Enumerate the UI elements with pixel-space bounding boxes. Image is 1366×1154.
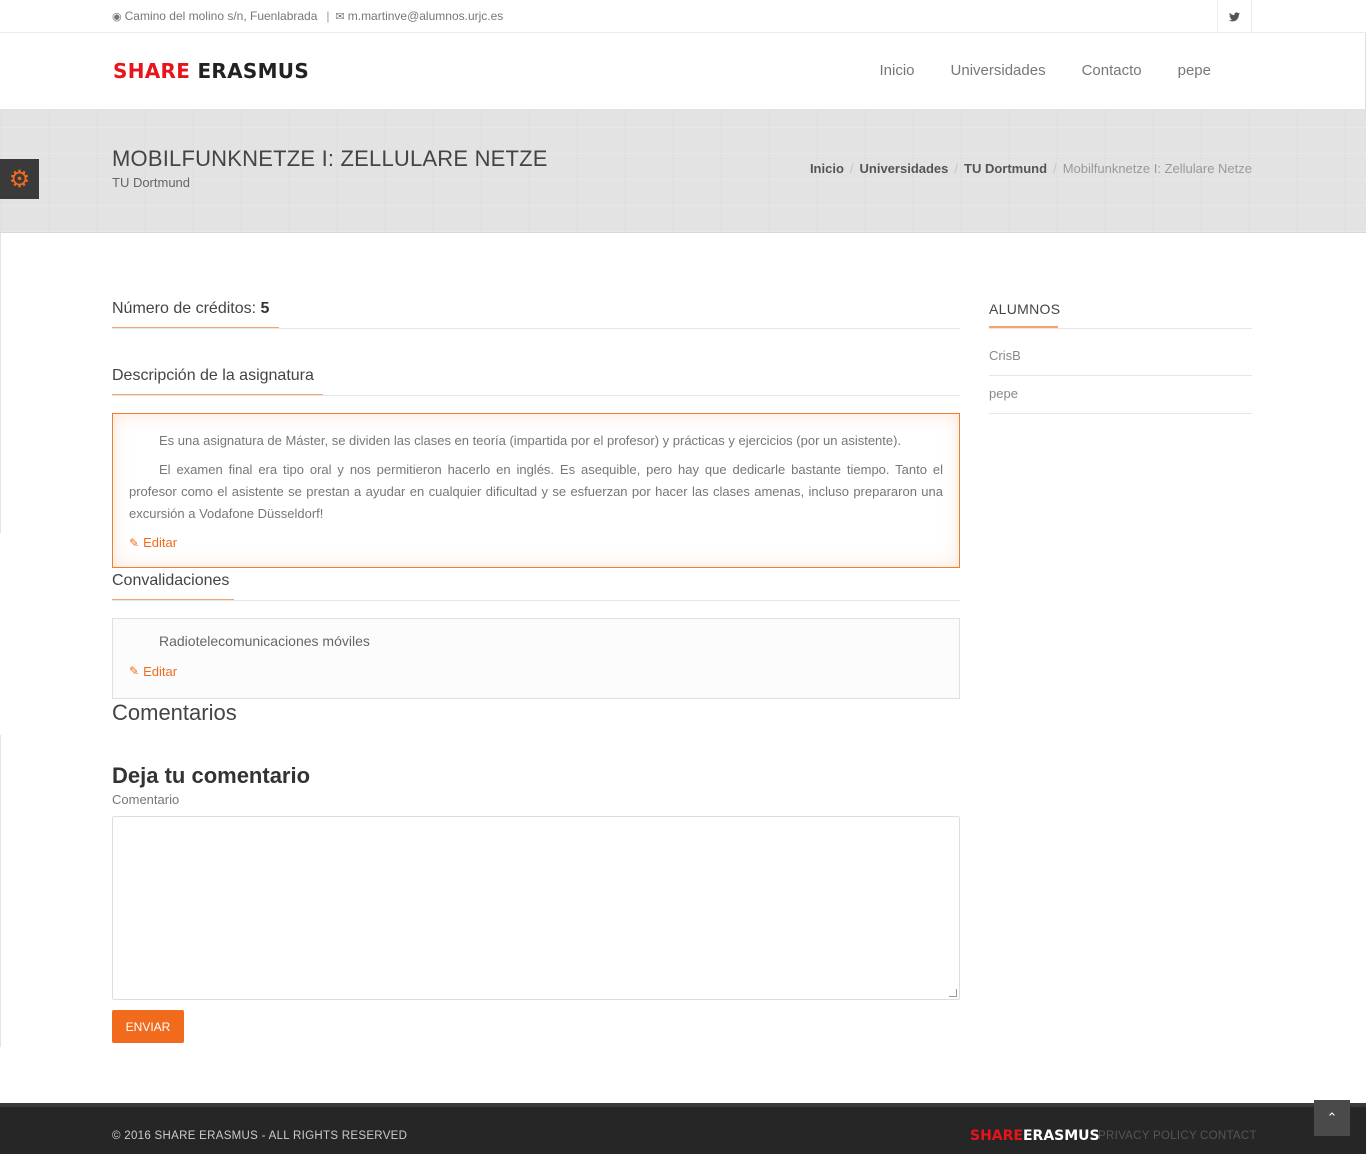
edit-icon: ✎ <box>129 664 140 678</box>
divider <box>112 600 960 601</box>
nav-universidades[interactable]: Universidades <box>951 62 1046 79</box>
page-subtitle: TU Dortmund <box>112 175 191 190</box>
edit-label: Editar <box>143 535 178 550</box>
edit-description-link[interactable]: ✎ Editar <box>129 532 177 554</box>
breadcrumb: Inicio / Universidades / TU Dortmund / M… <box>810 161 1252 176</box>
credits-value: 5 <box>260 300 270 317</box>
twitter-icon <box>1229 11 1240 21</box>
submit-comment-button[interactable]: ENVIAR <box>112 1010 184 1043</box>
description-paragraph: Es una asignatura de Máster, se dividen … <box>159 433 902 448</box>
envelope-icon: ✉ <box>335 10 345 23</box>
logo-erasmus: ERASMUS <box>197 59 310 83</box>
breadcrumb-current: Mobilfunknetze I: Zellulare Netze <box>1062 161 1252 176</box>
left-edge <box>0 735 1 1047</box>
description-heading: Descripción de la asignatura <box>112 367 314 384</box>
convalidaciones-box: Radiotelecomunicaciones móviles ✎ Editar <box>112 618 960 699</box>
credits-label: Número de créditos: <box>112 300 257 317</box>
convalidacion-text: Radiotelecomunicaciones móviles <box>159 633 370 649</box>
gear-icon: ⚙ <box>8 165 31 193</box>
edit-icon: ✎ <box>129 536 140 550</box>
site-header: SHARE ERASMUS Inicio Universidades Conta… <box>0 33 1366 109</box>
nav-inicio[interactable]: Inicio <box>880 62 915 79</box>
divider <box>112 328 960 329</box>
breadcrumb-inicio[interactable]: Inicio <box>810 161 844 176</box>
top-bar: ◉ Camino del molino s/n, Fuenlabrada | ✉… <box>0 0 1366 33</box>
comment-field-label: Comentario <box>112 792 180 807</box>
resize-handle[interactable] <box>949 989 957 997</box>
breadcrumb-universidades[interactable]: Universidades <box>860 161 949 176</box>
footer-logo-erasmus: ERASMUS <box>1022 1128 1100 1144</box>
sidebar-title: ALUMNOS <box>989 301 1061 317</box>
breadcrumb-separator: / <box>954 161 959 176</box>
contact-link[interactable]: CONTACT <box>1200 1130 1257 1142</box>
privacy-policy-link[interactable]: PRIVACY POLICY <box>1098 1130 1197 1142</box>
address-text: Camino del molino s/n, Fuenlabrada <box>124 9 318 23</box>
breadcrumb-separator: / <box>849 161 854 176</box>
convalidaciones-heading: Convalidaciones <box>112 572 230 589</box>
divider <box>989 413 1252 414</box>
twitter-link[interactable] <box>1217 0 1252 33</box>
footer-logo[interactable]: SHAREERASMUS <box>970 1128 1100 1144</box>
nav-contacto[interactable]: Contacto <box>1082 62 1142 79</box>
map-marker-icon: ◉ <box>112 10 122 23</box>
divider <box>989 328 1252 329</box>
comments-heading: Comentarios <box>112 700 237 725</box>
divider <box>112 395 960 396</box>
main-nav: Inicio Universidades Contacto pepe <box>844 62 1212 79</box>
credits-row: Número de créditos: 5 <box>112 300 269 318</box>
separator: | <box>326 9 330 23</box>
copyright-text: © 2016 SHARE ERASMUS - ALL RIGHTS RESERV… <box>112 1130 408 1142</box>
description-box: Es una asignatura de Máster, se dividen … <box>112 413 960 568</box>
back-to-top-button[interactable]: ⌃ <box>1314 1100 1350 1136</box>
style-switcher-button[interactable]: ⚙ <box>0 159 39 199</box>
chevron-up-icon: ⌃ <box>1326 1110 1338 1125</box>
page-title-band: MOBILFUNKNETZE I: ZELLULARE NETZE TU Dor… <box>0 109 1366 233</box>
description-paragraph: El examen final era tipo oral y nos perm… <box>129 462 943 521</box>
student-item[interactable]: CrisB <box>989 348 1021 363</box>
left-edge <box>0 233 1 533</box>
breadcrumb-separator: / <box>1053 161 1057 176</box>
edit-label: Editar <box>143 663 178 679</box>
divider <box>989 375 1252 376</box>
student-item[interactable]: pepe <box>989 386 1018 401</box>
contact-info: ◉ Camino del molino s/n, Fuenlabrada | ✉… <box>112 9 503 23</box>
breadcrumb-university[interactable]: TU Dortmund <box>964 161 1047 176</box>
page-title: MOBILFUNKNETZE I: ZELLULARE NETZE <box>112 146 548 171</box>
nav-user-pepe[interactable]: pepe <box>1178 62 1211 79</box>
site-logo[interactable]: SHARE ERASMUS <box>113 59 309 83</box>
footer-logo-share: SHARE <box>970 1128 1023 1144</box>
edit-convalidaciones-link[interactable]: ✎ Editar <box>129 664 177 679</box>
site-footer: © 2016 SHARE ERASMUS - ALL RIGHTS RESERV… <box>0 1103 1366 1154</box>
email-link[interactable]: m.martinve@alumnos.urjc.es <box>348 9 504 23</box>
comment-form-heading: Deja tu comentario <box>112 763 311 788</box>
logo-share: SHARE <box>113 59 191 83</box>
comment-textarea[interactable] <box>112 816 960 1000</box>
